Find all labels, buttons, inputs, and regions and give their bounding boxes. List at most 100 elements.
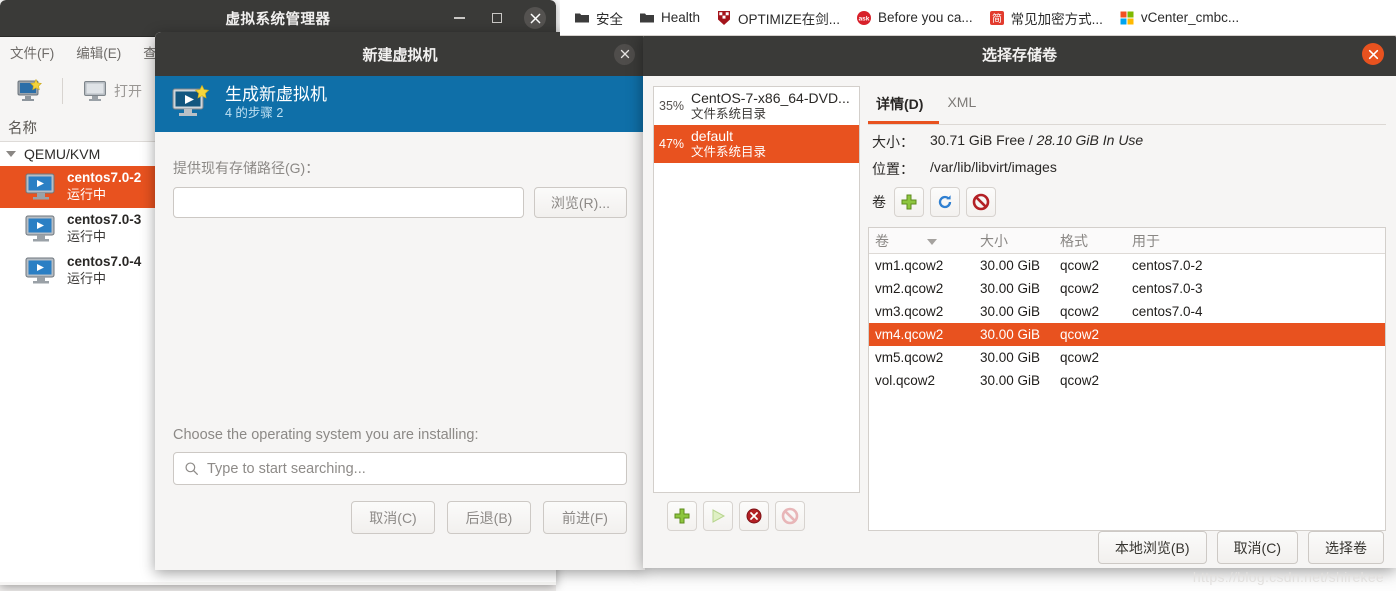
menu-file[interactable]: 文件(F) (10, 42, 54, 62)
refresh-icon (938, 195, 952, 209)
cell-size: 30.00 GiB (980, 327, 1041, 342)
tab-details[interactable]: 详情(D) (868, 86, 940, 124)
delete-pool-button[interactable] (739, 501, 769, 531)
table-row[interactable]: vol.qcow2 30.00 GiB qcow2 (869, 369, 1385, 392)
add-pool-button[interactable] (667, 501, 697, 531)
cell-volume: vm1.qcow2 (875, 258, 944, 273)
browse-button[interactable]: 浏览(R)... (533, 187, 627, 218)
volumes-label: 卷 (872, 194, 886, 210)
cell-format: qcow2 (1060, 304, 1100, 319)
location-value: /var/lib/libvirt/images (930, 159, 1057, 175)
cancel-button[interactable]: 取消(C) (351, 501, 435, 534)
bookmark-label: OPTIMIZE在剑... (738, 11, 841, 27)
bookmark-item-1[interactable]: Health (631, 5, 708, 31)
pool-toolbar (653, 493, 860, 531)
new-vm-button[interactable] (10, 76, 48, 106)
storage-pool-item[interactable]: 47% default 文件系统目录 (654, 125, 859, 163)
volume-dialog-title: 选择存储卷 (981, 46, 1057, 64)
monitor-icon (25, 215, 55, 242)
wizard-titlebar[interactable]: 新建虚拟机 (155, 32, 645, 76)
table-row[interactable]: vm1.qcow2 30.00 GiB qcow2 centos7.0-2 (869, 254, 1385, 277)
bookmark-item-2[interactable]: OPTIMIZE在剑... (708, 5, 848, 31)
back-button[interactable]: 后退(B) (447, 501, 531, 534)
bookmark-item-4[interactable]: 简 常见加密方式... (981, 5, 1111, 31)
cell-format: qcow2 (1060, 327, 1100, 342)
storage-pool-item[interactable]: 35% CentOS-7-x86_64-DVD... 文件系统目录 (654, 87, 859, 125)
os-search-box[interactable]: Type to start searching... (173, 452, 627, 485)
choose-volume-button[interactable]: 选择卷 (1308, 531, 1384, 564)
vm-state: 运行中 (67, 229, 107, 245)
bookmark-label: 安全 (596, 11, 623, 27)
forward-button[interactable]: 前进(F) (543, 501, 627, 534)
storage-path-input[interactable] (173, 187, 524, 218)
monitor-icon (25, 173, 55, 200)
local-browse-button[interactable]: 本地浏览(B) (1097, 531, 1207, 564)
volume-dialog-titlebar[interactable]: 选择存储卷 (643, 32, 1396, 76)
storage-pool-pane: 35% CentOS-7-x86_64-DVD... 文件系统目录 47% de… (653, 86, 860, 531)
wizard-body: 提供现有存储路径(G)： 浏览(R)... Choose the operati… (155, 132, 645, 548)
pool-size-row: 大小： 30.71 GiB Free / 28.10 GiB In Use (868, 125, 1386, 152)
connection-label: QEMU/KVM (24, 146, 101, 162)
cancel-button[interactable]: 取消(C) (1216, 531, 1298, 564)
cell-format: qcow2 (1060, 281, 1100, 296)
table-row[interactable]: vm3.qcow2 30.00 GiB qcow2 centos7.0-4 (869, 300, 1385, 323)
table-row[interactable]: vm4.qcow2 30.00 GiB qcow2 (869, 323, 1385, 346)
cell-used-by: centos7.0-4 (1132, 304, 1203, 319)
volume-table-header: 卷 大小 格式 用于 (869, 228, 1385, 254)
microsoft-icon (1120, 11, 1134, 24)
close-icon[interactable] (1362, 43, 1384, 65)
pool-detail-pane: 详情(D) XML 大小： 30.71 GiB Free / 28.10 GiB… (868, 86, 1386, 531)
bookmark-item-0[interactable]: 安全 (566, 5, 631, 31)
maximize-button[interactable] (486, 7, 508, 29)
column-used-by[interactable]: 用于 (1126, 231, 1385, 251)
refresh-volumes-button[interactable] (930, 187, 960, 217)
table-row[interactable]: vm2.qcow2 30.00 GiB qcow2 centos7.0-3 (869, 277, 1385, 300)
open-vm-label: 打开 (114, 82, 142, 99)
start-pool-button[interactable] (703, 501, 733, 531)
column-volume[interactable]: 卷 (869, 231, 974, 251)
pool-usage-percent: 47% (659, 137, 685, 151)
minimize-button[interactable] (448, 7, 470, 29)
column-name: 名称 (8, 121, 37, 137)
start-pool-icon (712, 509, 726, 523)
wizard-buttons: 取消(C) 后退(B) 前进(F) (173, 501, 627, 534)
close-icon[interactable] (614, 43, 635, 65)
cell-used-by: centos7.0-2 (1132, 258, 1203, 273)
table-row[interactable]: vm5.qcow2 30.00 GiB qcow2 (869, 346, 1385, 369)
shield-crest-icon (718, 10, 731, 25)
stop-pool-button[interactable] (775, 501, 805, 531)
svg-text:ask: ask (859, 15, 870, 22)
delete-volume-button[interactable] (966, 187, 996, 217)
menu-edit[interactable]: 编辑(E) (76, 42, 121, 62)
add-pool-icon (674, 508, 690, 524)
vm-name: centos7.0-3 (67, 212, 142, 228)
column-format[interactable]: 格式 (1054, 231, 1126, 251)
monitor-icon (84, 80, 106, 101)
cell-size: 30.00 GiB (980, 281, 1041, 296)
delete-volume-icon (972, 193, 990, 211)
cell-size: 30.00 GiB (980, 258, 1041, 273)
cell-format: qcow2 (1060, 258, 1100, 273)
close-icon[interactable] (524, 7, 546, 29)
os-search-placeholder: Type to start searching... (207, 460, 366, 477)
vm-name: centos7.0-2 (67, 170, 142, 186)
column-size[interactable]: 大小 (974, 231, 1054, 251)
add-volume-button[interactable] (894, 187, 924, 217)
chevron-down-icon[interactable] (6, 151, 16, 157)
watermark: https://blog.csdn.net/shirekee (1192, 569, 1384, 585)
open-vm-button[interactable]: 打开 (77, 77, 148, 105)
bookmark-item-5[interactable]: vCenter_cmbc... (1111, 5, 1247, 31)
storage-path-row: 浏览(R)... (173, 187, 627, 218)
storage-pool-list: 35% CentOS-7-x86_64-DVD... 文件系统目录 47% de… (653, 86, 860, 493)
bookmark-item-3[interactable]: ask Before you ca... (848, 5, 981, 31)
browser-bookmark-bar: 安全 Health OPTIMIZE在剑... ask Before you c… (560, 0, 1396, 36)
volume-dialog-content: 35% CentOS-7-x86_64-DVD... 文件系统目录 47% de… (643, 76, 1396, 531)
cell-format: qcow2 (1060, 350, 1100, 365)
cell-volume: vol.qcow2 (875, 373, 936, 388)
pool-name: CentOS-7-x86_64-DVD... (691, 89, 850, 106)
tab-xml[interactable]: XML (939, 86, 992, 124)
cell-size: 30.00 GiB (980, 350, 1041, 365)
vm-state: 运行中 (67, 271, 107, 287)
pool-type: 文件系统目录 (691, 144, 767, 159)
ask-icon: ask (857, 10, 872, 25)
